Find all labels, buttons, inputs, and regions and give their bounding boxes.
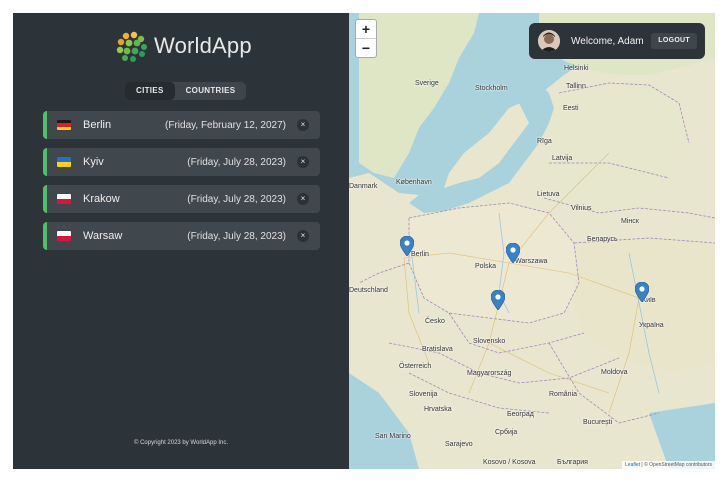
leaflet-link[interactable]: Leaflet: [625, 462, 640, 468]
app-name: WorldApp: [154, 33, 252, 58]
map-label: România: [549, 391, 578, 398]
map-label: Беларусь: [587, 236, 618, 243]
city-date: (Friday, July 28, 2023): [187, 230, 286, 242]
map-label: Polska: [475, 263, 497, 270]
city-item-berlin[interactable]: Berlin (Friday, February 12, 2027) ×: [43, 111, 320, 139]
map-label: Deutschland: [349, 287, 388, 294]
copyright-text: © Copyright 2023 by WorldApp Inc.: [133, 440, 229, 446]
map-label: Slovenija: [409, 391, 438, 398]
city-name: Krakow: [83, 193, 120, 205]
map-label: Magyarország: [467, 370, 512, 377]
map-label: Helsinki: [564, 65, 589, 72]
city-item-kyiv[interactable]: Kyiv (Friday, July 28, 2023) ×: [43, 148, 320, 176]
user-panel: Welcome, Adam LOGOUT: [529, 23, 705, 59]
map-label: Danmark: [349, 183, 378, 190]
map-marker-krakow[interactable]: [491, 290, 505, 310]
map-marker-kyiv[interactable]: [635, 282, 649, 302]
welcome-text: Welcome, Adam: [571, 35, 644, 47]
map-label: Bratislava: [422, 346, 453, 353]
map-label: Україна: [639, 322, 664, 329]
logo: WorldApp: [114, 29, 252, 63]
delete-city-button[interactable]: ×: [297, 193, 309, 205]
city-date: (Friday, July 28, 2023): [187, 156, 286, 168]
map-label: Мінск: [621, 218, 639, 225]
map-label: San Marino: [375, 433, 411, 440]
city-date: (Friday, July 28, 2023): [187, 193, 286, 205]
sidebar: WorldApp CITIES COUNTRIES Berlin (Friday…: [13, 13, 349, 469]
city-list: Berlin (Friday, February 12, 2027) × Kyi…: [43, 111, 320, 259]
city-item-warsaw[interactable]: Warsaw (Friday, July 28, 2023) ×: [43, 222, 320, 250]
map-marker-berlin[interactable]: [400, 236, 414, 256]
delete-city-button[interactable]: ×: [297, 230, 309, 242]
map-label: Србија: [495, 429, 518, 436]
map-label: Stockholm: [475, 85, 508, 92]
map-label: București: [583, 419, 613, 426]
user-avatar-icon: [538, 30, 560, 52]
map-label: България: [557, 459, 588, 466]
delete-city-button[interactable]: ×: [297, 119, 309, 131]
logout-button[interactable]: LOGOUT: [651, 33, 697, 49]
map-label: Tallinn: [566, 83, 586, 90]
map-label: Sarajevo: [445, 441, 473, 448]
view-tabs: CITIES COUNTRIES: [125, 82, 247, 100]
avatar: [538, 30, 560, 52]
tab-countries[interactable]: COUNTRIES: [175, 82, 247, 100]
germany-flag-icon: [57, 120, 71, 130]
zoom-out-button[interactable]: −: [356, 38, 376, 57]
map-label: København: [396, 179, 432, 186]
city-name: Warsaw: [83, 230, 123, 242]
delete-city-button[interactable]: ×: [297, 156, 309, 168]
map-label: Česko: [425, 318, 445, 325]
city-name: Berlin: [83, 119, 112, 131]
map-label: Moldova: [601, 369, 628, 376]
map-label: Eesti: [563, 105, 579, 112]
osm-attribution: © OpenStreetMap contributors: [644, 462, 712, 468]
zoom-in-button[interactable]: +: [356, 20, 376, 38]
poland-flag-icon: [57, 194, 71, 204]
app-window: WorldApp CITIES COUNTRIES Berlin (Friday…: [13, 13, 715, 469]
zoom-control: + −: [355, 19, 377, 58]
logo-globe-icon: [115, 30, 147, 62]
map-marker-warsaw[interactable]: [506, 243, 520, 263]
city-name: Kyiv: [83, 156, 104, 168]
map-label: Hrvatska: [424, 406, 452, 413]
poland-flag-icon: [57, 231, 71, 241]
map-label: Београд: [507, 411, 534, 418]
tab-cities[interactable]: CITIES: [125, 82, 175, 100]
map-label: Sverige: [415, 80, 439, 87]
map-label: Kosovo / Kosova: [483, 459, 536, 466]
map-label: Rīga: [537, 138, 552, 145]
city-date: (Friday, February 12, 2027): [165, 119, 286, 131]
ukraine-flag-icon: [57, 157, 71, 167]
map-label: Latvija: [552, 155, 573, 162]
map-label: Vilnius: [571, 205, 592, 212]
map-view[interactable]: Sverige Stockholm Helsinki Tallinn Eesti…: [349, 13, 715, 469]
map-label: Slovensko: [473, 338, 506, 345]
map-attribution: Leaflet | © OpenStreetMap contributors: [622, 461, 715, 469]
map-label: Lietuva: [537, 191, 560, 198]
map-label: Österreich: [399, 363, 432, 370]
city-item-krakow[interactable]: Krakow (Friday, July 28, 2023) ×: [43, 185, 320, 213]
